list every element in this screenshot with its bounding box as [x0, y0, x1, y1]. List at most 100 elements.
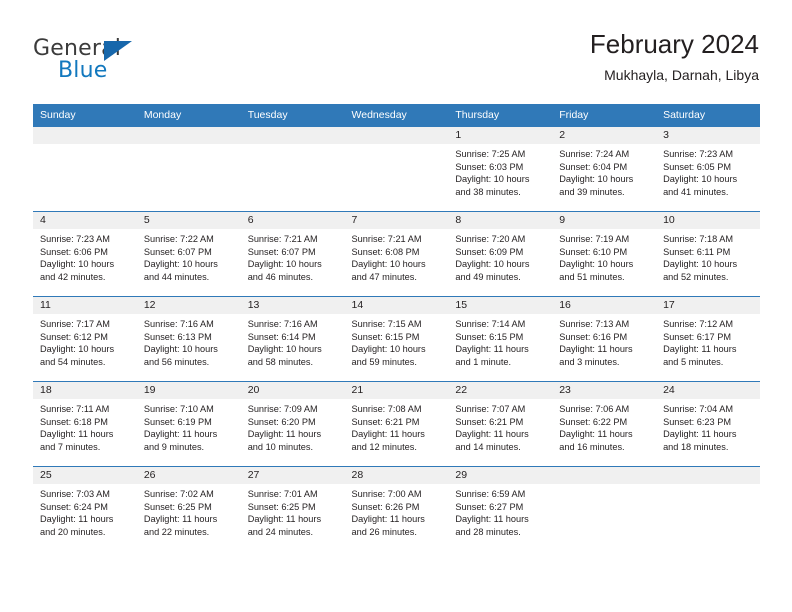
- calendar-day-cell[interactable]: 3 Sunrise: 7:23 AM Sunset: 6:05 PM Daylight…: [656, 126, 760, 212]
- day-details: Sunrise: 7:16 AM Sunset: 6:13 PM Daylight:…: [137, 314, 241, 368]
- calendar-day-cell[interactable]: 17 Sunrise: 7:12 AM Sunset: 6:17 PM Dayligh…: [656, 296, 760, 382]
- day-number: 1: [448, 127, 553, 144]
- day-details: Sunrise: 7:18 AM Sunset: 6:11 PM Daylight:…: [656, 229, 760, 283]
- weekday-header-friday: Friday: [552, 104, 657, 127]
- daylight-text: and 56 minutes.: [143, 356, 210, 367]
- day-details: Sunrise: 7:04 AM Sunset: 6:23 PM Daylight:…: [656, 399, 760, 453]
- calendar-body: 1 Sunrise: 7:25 AM Sunset: 6:03 PM Daylight…: [33, 126, 760, 551]
- day-details: Sunrise: 7:11 AM Sunset: 6:18 PM Daylight:…: [33, 399, 137, 453]
- sunset-text: Sunset: 6:15 PM: [455, 331, 524, 342]
- calendar-day-cell[interactable]: 22 Sunrise: 7:07 AM Sunset: 6:21 PM Dayligh…: [448, 381, 553, 467]
- calendar-day-cell[interactable]: 12 Sunrise: 7:16 AM Sunset: 6:13 PM Dayligh…: [136, 296, 241, 382]
- weekday-header-row: Sunday Monday Tuesday Wednesday Thursday…: [33, 104, 760, 127]
- daylight-text: and 49 minutes.: [455, 271, 521, 282]
- sunrise-text: Sunrise: 7:14 AM: [455, 319, 526, 329]
- daylight-text: Daylight: 10 hours: [40, 344, 115, 355]
- day-details: Sunrise: 7:21 AM Sunset: 6:08 PM Daylight:…: [345, 229, 449, 283]
- sunset-text: Sunset: 6:15 PM: [351, 331, 420, 342]
- daylight-text: Daylight: 11 hours: [455, 429, 529, 440]
- calendar-day-cell[interactable]: 9 Sunrise: 7:19 AM Sunset: 6:10 PM Daylight…: [552, 211, 657, 297]
- day-number: 15: [448, 297, 553, 314]
- calendar-day-cell[interactable]: 16 Sunrise: 7:13 AM Sunset: 6:16 PM Dayligh…: [552, 296, 657, 382]
- sunset-text: Sunset: 6:10 PM: [559, 246, 628, 257]
- day-number: 16: [552, 297, 657, 314]
- calendar-day-cell[interactable]: 8 Sunrise: 7:20 AM Sunset: 6:09 PM Daylight…: [448, 211, 553, 297]
- day-details: Sunrise: 7:24 AM Sunset: 6:04 PM Daylight:…: [552, 144, 656, 198]
- sunset-text: Sunset: 6:21 PM: [351, 416, 420, 427]
- daylight-text: Daylight: 11 hours: [351, 514, 425, 525]
- sunset-text: Sunset: 6:27 PM: [455, 501, 524, 512]
- calendar-day-cell[interactable]: 15 Sunrise: 7:14 AM Sunset: 6:15 PM Dayligh…: [448, 296, 553, 382]
- sunset-text: Sunset: 6:14 PM: [247, 331, 316, 342]
- calendar-day-cell[interactable]: 14 Sunrise: 7:15 AM Sunset: 6:15 PM Dayligh…: [344, 296, 449, 382]
- calendar-day-cell[interactable]: 1 Sunrise: 7:25 AM Sunset: 6:03 PM Daylight…: [448, 126, 553, 212]
- weekday-header-tuesday: Tuesday: [240, 104, 345, 127]
- day-number: 5: [136, 212, 241, 229]
- sunrise-text: Sunrise: 7:17 AM: [40, 319, 110, 329]
- day-details: Sunrise: 7:25 AM Sunset: 6:03 PM Daylight:…: [448, 144, 552, 198]
- day-details: Sunrise: 7:17 AM Sunset: 6:12 PM Daylight:…: [33, 314, 137, 368]
- day-number: 4: [33, 212, 137, 229]
- sunrise-text: Sunrise: 7:09 AM: [247, 404, 318, 414]
- calendar-day-cell[interactable]: 4 Sunrise: 7:23 AM Sunset: 6:06 PM Daylight…: [33, 211, 137, 297]
- calendar-day-cell[interactable]: 18 Sunrise: 7:11 AM Sunset: 6:18 PM Dayligh…: [33, 381, 137, 467]
- sunset-text: Sunset: 6:18 PM: [40, 416, 108, 427]
- daylight-text: Daylight: 10 hours: [143, 344, 218, 355]
- calendar-day-cell[interactable]: 28 Sunrise: 7:00 AM Sunset: 6:26 PM Dayligh…: [344, 466, 449, 551]
- calendar-week-row: 4 Sunrise: 7:23 AM Sunset: 6:06 PM Daylight…: [33, 211, 760, 297]
- calendar-day-cell[interactable]: 7 Sunrise: 7:21 AM Sunset: 6:08 PM Daylight…: [344, 211, 449, 297]
- daylight-text: Daylight: 11 hours: [351, 429, 425, 440]
- daylight-text: Daylight: 10 hours: [351, 259, 426, 270]
- day-details: Sunrise: 7:23 AM Sunset: 6:06 PM Daylight:…: [33, 229, 137, 283]
- daylight-text: and 14 minutes.: [455, 441, 521, 452]
- day-number: 29: [448, 467, 553, 484]
- day-details: Sunrise: 7:12 AM Sunset: 6:17 PM Daylight:…: [656, 314, 760, 368]
- day-number: 13: [240, 297, 345, 314]
- calendar-day-cell[interactable]: 19 Sunrise: 7:10 AM Sunset: 6:19 PM Dayligh…: [136, 381, 241, 467]
- daylight-text: and 38 minutes.: [455, 186, 521, 197]
- calendar-day-cell[interactable]: 26 Sunrise: 7:02 AM Sunset: 6:25 PM Dayligh…: [136, 466, 241, 551]
- day-number: 11: [33, 297, 137, 314]
- sunrise-text: Sunrise: 7:06 AM: [559, 404, 630, 414]
- daylight-text: and 16 minutes.: [559, 441, 625, 452]
- day-number: 8: [448, 212, 553, 229]
- calendar-day-cell[interactable]: 20 Sunrise: 7:09 AM Sunset: 6:20 PM Dayligh…: [240, 381, 345, 467]
- sunrise-text: Sunrise: 7:16 AM: [247, 319, 318, 329]
- day-details: Sunrise: 7:15 AM Sunset: 6:15 PM Daylight:…: [345, 314, 449, 368]
- calendar-day-cell[interactable]: 5 Sunrise: 7:22 AM Sunset: 6:07 PM Daylight…: [136, 211, 241, 297]
- sunrise-text: Sunrise: 7:23 AM: [40, 234, 110, 244]
- day-number: 19: [136, 382, 241, 399]
- calendar-day-cell[interactable]: 23 Sunrise: 7:06 AM Sunset: 6:22 PM Dayligh…: [552, 381, 657, 467]
- daylight-text: and 3 minutes.: [559, 356, 620, 367]
- daylight-text: and 5 minutes.: [663, 356, 724, 367]
- daylight-text: Daylight: 10 hours: [663, 259, 738, 270]
- day-number: [344, 127, 449, 144]
- sunrise-text: Sunrise: 7:08 AM: [351, 404, 422, 414]
- day-number: 24: [656, 382, 760, 399]
- calendar-day-cell[interactable]: 2 Sunrise: 7:24 AM Sunset: 6:04 PM Daylight…: [552, 126, 657, 212]
- daylight-text: and 9 minutes.: [143, 441, 205, 452]
- weekday-header-saturday: Saturday: [656, 104, 760, 127]
- calendar-day-cell[interactable]: 21 Sunrise: 7:08 AM Sunset: 6:21 PM Dayligh…: [344, 381, 449, 467]
- daylight-text: Daylight: 10 hours: [663, 174, 738, 185]
- sunrise-text: Sunrise: 7:13 AM: [559, 319, 630, 329]
- sunset-text: Sunset: 6:17 PM: [663, 331, 731, 342]
- calendar-day-cell[interactable]: 29 Sunrise: 6:59 AM Sunset: 6:27 PM Dayligh…: [448, 466, 553, 551]
- calendar-day-cell[interactable]: 25 Sunrise: 7:03 AM Sunset: 6:24 PM Dayligh…: [33, 466, 137, 551]
- calendar-day-cell[interactable]: 13 Sunrise: 7:16 AM Sunset: 6:14 PM Dayligh…: [240, 296, 345, 382]
- daylight-text: and 54 minutes.: [40, 356, 106, 367]
- sunset-text: Sunset: 6:24 PM: [40, 501, 108, 512]
- calendar-day-cell[interactable]: 6 Sunrise: 7:21 AM Sunset: 6:07 PM Daylight…: [240, 211, 345, 297]
- calendar-day-cell[interactable]: 27 Sunrise: 7:01 AM Sunset: 6:25 PM Dayligh…: [240, 466, 345, 551]
- calendar-day-cell[interactable]: 11 Sunrise: 7:17 AM Sunset: 6:12 PM Dayligh…: [33, 296, 137, 382]
- daylight-text: and 22 minutes.: [143, 526, 210, 537]
- day-number: [240, 127, 345, 144]
- day-number: 28: [344, 467, 449, 484]
- daylight-text: Daylight: 10 hours: [247, 259, 322, 270]
- day-number: [136, 127, 241, 144]
- calendar-day-cell[interactable]: 10 Sunrise: 7:18 AM Sunset: 6:11 PM Dayligh…: [656, 211, 760, 297]
- day-number: 22: [448, 382, 553, 399]
- sunset-text: Sunset: 6:06 PM: [40, 246, 108, 257]
- calendar-day-cell[interactable]: 24 Sunrise: 7:04 AM Sunset: 6:23 PM Dayligh…: [656, 381, 760, 467]
- sunrise-text: Sunrise: 7:07 AM: [455, 404, 526, 414]
